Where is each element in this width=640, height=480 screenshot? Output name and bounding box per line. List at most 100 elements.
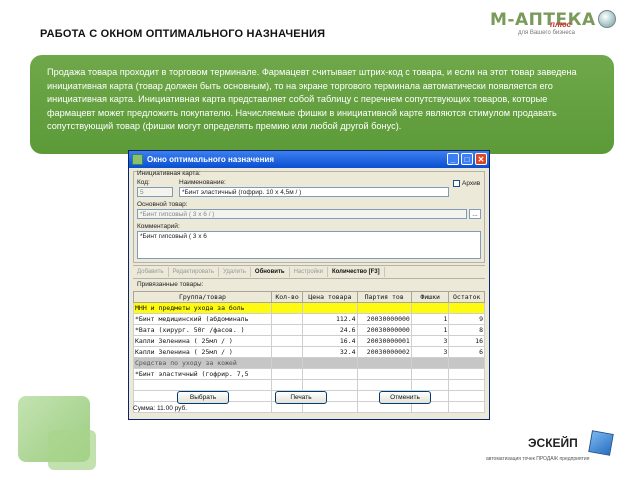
cell-chips bbox=[410, 302, 450, 314]
cell-chips: 3 bbox=[410, 335, 450, 347]
cell-stock bbox=[448, 401, 485, 413]
cell-batch: 20030000002 bbox=[356, 346, 412, 358]
col-stock[interactable]: Остаток bbox=[448, 291, 485, 303]
cell-chips: 3 bbox=[410, 346, 450, 358]
comment-field[interactable]: *Бинт гипсовый ( 3 х 6 bbox=[137, 231, 481, 259]
ball-icon bbox=[598, 10, 616, 28]
close-button[interactable]: ✕ bbox=[475, 153, 487, 165]
cell-stock: 9 bbox=[448, 313, 485, 325]
cell-stock: 16 bbox=[448, 335, 485, 347]
cell-batch: 20030000000 bbox=[356, 324, 412, 336]
cell-batch bbox=[356, 368, 412, 380]
cell-group: *Бинт эластичный (гофрир. 7,5 bbox=[133, 368, 272, 380]
cell-qty bbox=[270, 335, 304, 347]
cell-stock bbox=[448, 379, 485, 391]
minimize-button[interactable]: _ bbox=[447, 153, 459, 165]
select-button[interactable]: Выбрать bbox=[177, 391, 229, 404]
col-group[interactable]: Группа/товар bbox=[133, 291, 272, 303]
cell-price: 16.4 bbox=[302, 335, 358, 347]
cell-group: МНН и предметы ухода за боль bbox=[133, 302, 272, 314]
cell-group: Капли Зеленина ( 25мл / ) bbox=[133, 346, 272, 358]
cancel-button[interactable]: Отменить bbox=[379, 391, 431, 404]
delete-button[interactable]: Удалить bbox=[219, 267, 251, 277]
browse-button[interactable]: ... bbox=[469, 209, 481, 219]
initiative-card-label: Инициативная карта: bbox=[137, 170, 201, 177]
cube-icon bbox=[588, 430, 614, 456]
cell-group bbox=[133, 379, 272, 391]
linked-products-label: Привязанные товары: bbox=[137, 281, 204, 288]
table-row[interactable]: Капли Зеленина ( 25мл / ) 32.4 20030000002… bbox=[133, 346, 485, 358]
table-row[interactable] bbox=[133, 379, 485, 391]
edit-button[interactable]: Редактировать bbox=[169, 267, 219, 277]
cell-stock bbox=[448, 368, 485, 380]
info-box: Продажа товара проходит в торговом терми… bbox=[30, 55, 614, 154]
m-apteka-logo: М-АПТЕКА плюс для Вашего бизнеса bbox=[490, 8, 620, 38]
table-row[interactable]: Капли Зеленина ( 25мл / ) 16.4 20030000001… bbox=[133, 335, 485, 347]
status-sum: Сумма: 11.00 руб. bbox=[133, 405, 188, 412]
logo-tagline: для Вашего бизнеса bbox=[518, 30, 575, 36]
table-row[interactable]: МНН и предметы ухода за боль bbox=[133, 302, 485, 314]
info-text: Продажа товара проходит в торговом терми… bbox=[47, 67, 577, 132]
col-chips[interactable]: Фишки bbox=[410, 291, 450, 303]
col-price[interactable]: Цена товара bbox=[302, 291, 358, 303]
optimal-assignment-window: Окно оптимального назначения _ □ ✕ Иници… bbox=[128, 150, 490, 420]
settings-button[interactable]: Настройки bbox=[290, 267, 328, 277]
cell-chips: 1 bbox=[410, 313, 450, 325]
code-field[interactable]: 5 bbox=[137, 187, 173, 197]
table-row[interactable]: *Бинт медицинский (абдоминаль 112.4 200300… bbox=[133, 313, 485, 325]
cell-price bbox=[302, 302, 358, 314]
col-batch[interactable]: Партия тов bbox=[356, 291, 412, 303]
col-qty[interactable]: Кол-во bbox=[270, 291, 304, 303]
cell-stock bbox=[448, 390, 485, 402]
main-product-field[interactable]: *Бинт гипсовый ( 3 х 6 / ) bbox=[137, 209, 467, 219]
maximize-button[interactable]: □ bbox=[461, 153, 473, 165]
cell-stock: 6 bbox=[448, 346, 485, 358]
quantity-button[interactable]: Количество [F3] bbox=[328, 267, 385, 277]
cell-group: Средства по уходу за кожей bbox=[133, 357, 272, 369]
print-button[interactable]: Печать bbox=[275, 391, 327, 404]
cell-price: 24.6 bbox=[302, 324, 358, 336]
refresh-button[interactable]: Обновить bbox=[251, 267, 290, 277]
app-icon bbox=[132, 154, 143, 165]
cell-price bbox=[302, 368, 358, 380]
cell-group: *Вата (хирург. 50г /фасов. ) bbox=[133, 324, 272, 336]
name-label: Наименование: bbox=[179, 179, 226, 186]
cell-qty bbox=[270, 324, 304, 336]
cell-qty bbox=[270, 302, 304, 314]
cell-group: *Бинт медицинский (абдоминаль bbox=[133, 313, 272, 325]
table-row[interactable]: *Вата (хирург. 50г /фасов. ) 24.6 20030000… bbox=[133, 324, 485, 336]
toolbar: Добавить Редактировать Удалить Обновить … bbox=[133, 265, 485, 279]
page-title: РАБОТА С ОКНОМ ОПТИМАЛЬНОГО НАЗНАЧЕНИЯ bbox=[40, 28, 326, 40]
cell-group: Капли Зеленина ( 25мл / ) bbox=[133, 335, 272, 347]
name-field[interactable]: *Бинт эластичный (гофрир. 10 х 4,5м / ) bbox=[179, 187, 449, 197]
cell-batch bbox=[356, 302, 412, 314]
add-button[interactable]: Добавить bbox=[133, 267, 169, 277]
cell-stock bbox=[448, 302, 485, 314]
cell-price bbox=[302, 379, 358, 391]
archive-checkbox[interactable] bbox=[453, 180, 460, 187]
cell-price: 32.4 bbox=[302, 346, 358, 358]
window-titlebar: Окно оптимального назначения _ □ ✕ bbox=[129, 151, 489, 168]
cell-stock: 8 bbox=[448, 324, 485, 336]
cell-chips bbox=[410, 368, 450, 380]
cell-batch: 20030000000 bbox=[356, 313, 412, 325]
table-row[interactable]: Средства по уходу за кожей bbox=[133, 357, 485, 369]
cell-qty bbox=[270, 368, 304, 380]
cell-chips: 1 bbox=[410, 324, 450, 336]
cell-chips bbox=[410, 379, 450, 391]
table-row[interactable]: *Бинт эластичный (гофрир. 7,5 bbox=[133, 368, 485, 380]
cell-chips bbox=[410, 357, 450, 369]
decorative-tile-small bbox=[48, 430, 96, 470]
archive-label: Архив bbox=[462, 180, 481, 187]
cell-qty bbox=[270, 313, 304, 325]
cell-qty bbox=[270, 357, 304, 369]
escape-logo: ЭСКЕЙП автоматизация точек ПРОДАЖ предпр… bbox=[480, 430, 620, 470]
escape-logo-name: ЭСКЕЙП bbox=[528, 436, 578, 450]
code-label: Код: bbox=[137, 179, 150, 186]
cell-batch bbox=[356, 379, 412, 391]
logo-text: М-АПТЕКА bbox=[490, 10, 596, 30]
cell-qty bbox=[270, 379, 304, 391]
header: РАБОТА С ОКНОМ ОПТИМАЛЬНОГО НАЗНАЧЕНИЯ М… bbox=[0, 0, 640, 48]
window-title: Окно оптимального назначения bbox=[147, 155, 274, 164]
main-product-label: Основной товар: bbox=[137, 201, 188, 208]
